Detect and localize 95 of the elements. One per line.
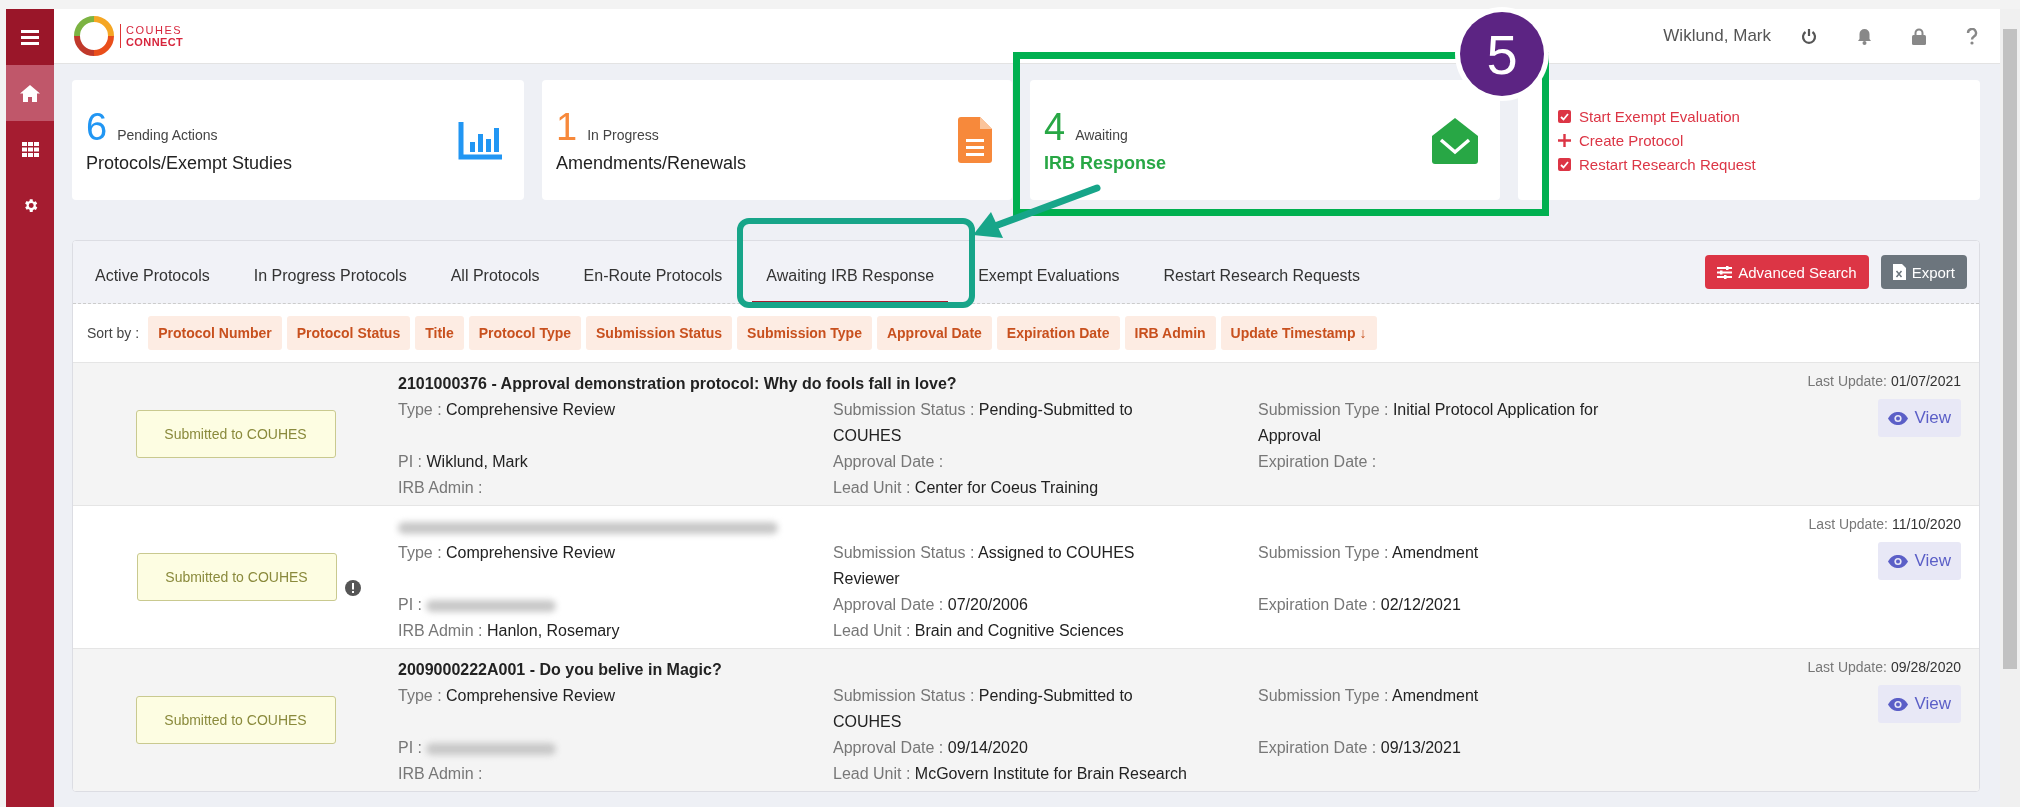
field-label: PI : (398, 739, 422, 756)
field-text: IRB Admin : (398, 478, 483, 498)
lock-icon[interactable] (1912, 27, 1926, 45)
power-icon[interactable] (1801, 27, 1817, 45)
field-text: Expiration Date : (1258, 452, 1377, 472)
protocol-title[interactable]: 2101000376 - Approval demonstration protocol: Why do fools fall in love? (398, 375, 957, 392)
envelope-icon (1430, 116, 1480, 164)
tab[interactable]: All Protocols (436, 251, 554, 303)
field-text: Submission Status : Pending-Submitted to COUHES (833, 686, 1134, 732)
field-text: Lead Unit : Center for Coeus Training (833, 478, 1099, 498)
tab[interactable]: Awaiting IRB Response (752, 251, 949, 303)
field-text: Approval Date : 09/14/2020 (833, 738, 1028, 758)
sliders-icon (1717, 265, 1733, 279)
card-caption: Pending Actions (117, 126, 218, 143)
field-text: Submission Status : Pending-Submitted to COUHES (833, 400, 1134, 446)
field-text: Lead Unit : McGovern Institute for Brain Research (833, 764, 1187, 784)
protocol-title[interactable]: 2009000222A001 - Do you belive in Magic? (398, 661, 722, 678)
card-title: Protocols/Exempt Studies (86, 152, 294, 174)
field-text: Approval Date : (833, 452, 944, 472)
export-button[interactable]: Export (1880, 255, 1967, 289)
menu-icon[interactable] (21, 29, 39, 45)
action-link[interactable]: Create Protocol (1579, 131, 1684, 149)
view-button[interactable]: View (1878, 399, 1961, 437)
sort-option[interactable]: Update Timestamp ↓ (1220, 316, 1377, 350)
view-button[interactable]: View (1878, 685, 1961, 723)
field-text: Submission Type : Amendment (1258, 543, 1479, 563)
action-link[interactable]: Restart Research Request (1579, 155, 1756, 173)
sort-option[interactable]: Submission Type (737, 316, 872, 350)
sort-option[interactable]: Submission Status (586, 316, 733, 350)
spreadsheet-file-icon (1892, 264, 1906, 280)
grid-icon[interactable] (21, 141, 39, 157)
sort-option[interactable]: Title (415, 316, 464, 350)
field-text: IRB Admin : Hanlon, Rosemary (398, 621, 620, 641)
count: 1 (556, 106, 578, 147)
summary-card[interactable]: 4 Awaiting IRB Response (1030, 80, 1500, 200)
logo-text: CONNECT (126, 36, 184, 48)
sort-option[interactable]: Approval Date (876, 316, 992, 350)
card-title: Amendments/Renewals (556, 152, 748, 174)
summary-card[interactable]: 1 In Progress Amendments/Renewals (542, 80, 1012, 200)
count: 6 (86, 106, 108, 147)
last-update-label: Last Update: (1807, 659, 1887, 675)
sort-option[interactable]: Protocol Status (286, 316, 411, 350)
tab[interactable]: Restart Research Requests (1149, 251, 1375, 303)
tab[interactable]: Exempt Evaluations (964, 251, 1134, 303)
checkbox-icon (1558, 109, 1571, 123)
field-text: Type : Comprehensive Review (398, 686, 615, 706)
field-text: Expiration Date : 09/13/2021 (1258, 738, 1461, 758)
field-text: Submission Type : Amendment (1258, 686, 1479, 706)
document-icon (958, 117, 992, 163)
summary-card[interactable]: 6 Pending Actions Protocols/Exempt Studies (72, 80, 524, 200)
field-text: Submission Status : Assigned to COUHES Reviewer (833, 543, 1136, 589)
last-update-label: Last Update: (1807, 373, 1887, 389)
last-update-label: Last Update: (1808, 516, 1888, 532)
field-text: PI : Wiklund, Mark (398, 452, 528, 472)
tab[interactable]: En-Route Protocols (569, 251, 737, 303)
count: 4 (1044, 106, 1066, 147)
sort-option[interactable]: Protocol Type (468, 316, 582, 350)
logo-icon (74, 16, 114, 56)
notifications-icon[interactable] (1857, 27, 1872, 45)
action-link[interactable]: Start Exempt Evaluation (1579, 107, 1740, 125)
home-icon[interactable] (20, 84, 40, 102)
field-text: Lead Unit : Brain and Cognitive Sciences (833, 621, 1124, 641)
sort-option[interactable]: Protocol Number (148, 316, 282, 350)
field-text: Approval Date : 07/20/2006 (833, 595, 1028, 615)
bar-chart-icon (458, 120, 504, 160)
sort-label: Sort by : (87, 325, 140, 341)
field-text: Expiration Date : 02/12/2021 (1258, 595, 1461, 615)
plus-icon (1558, 133, 1571, 147)
last-update-date: 09/28/2020 (1890, 659, 1961, 675)
status-badge: Submitted to COUHES (135, 696, 336, 744)
field-label: PI : (398, 596, 422, 613)
advanced-search-button[interactable]: Advanced Search (1705, 255, 1869, 289)
card-title: IRB Response (1044, 152, 1168, 174)
user-name[interactable]: Wiklund, Mark (1663, 26, 1771, 46)
field-text: Type : Comprehensive Review (398, 543, 615, 563)
help-icon[interactable] (1966, 27, 1978, 45)
field-text: IRB Admin : (398, 764, 483, 784)
logo-text: COUHES (126, 24, 184, 36)
view-button[interactable]: View (1878, 542, 1961, 580)
status-badge: Submitted to COUHES (135, 410, 336, 458)
tab[interactable]: In Progress Protocols (239, 251, 421, 303)
eye-icon (1888, 411, 1909, 425)
last-update-date: 11/10/2020 (1891, 516, 1961, 532)
card-caption: In Progress (587, 126, 659, 143)
tab[interactable]: Active Protocols (81, 251, 224, 303)
eye-icon (1888, 697, 1909, 711)
card-caption: Awaiting (1075, 126, 1128, 143)
field-text: Submission Type : Initial Protocol Application for Approval (1258, 400, 1600, 446)
status-badge: Submitted to COUHES (136, 553, 337, 601)
last-update-date: 01/07/2021 (1890, 373, 1961, 389)
checkbox-icon (1558, 157, 1571, 171)
eye-icon (1888, 554, 1909, 568)
sort-option[interactable]: IRB Admin (1124, 316, 1216, 350)
sort-option[interactable]: Expiration Date (996, 316, 1120, 350)
field-text: Type : Comprehensive Review (398, 400, 615, 420)
